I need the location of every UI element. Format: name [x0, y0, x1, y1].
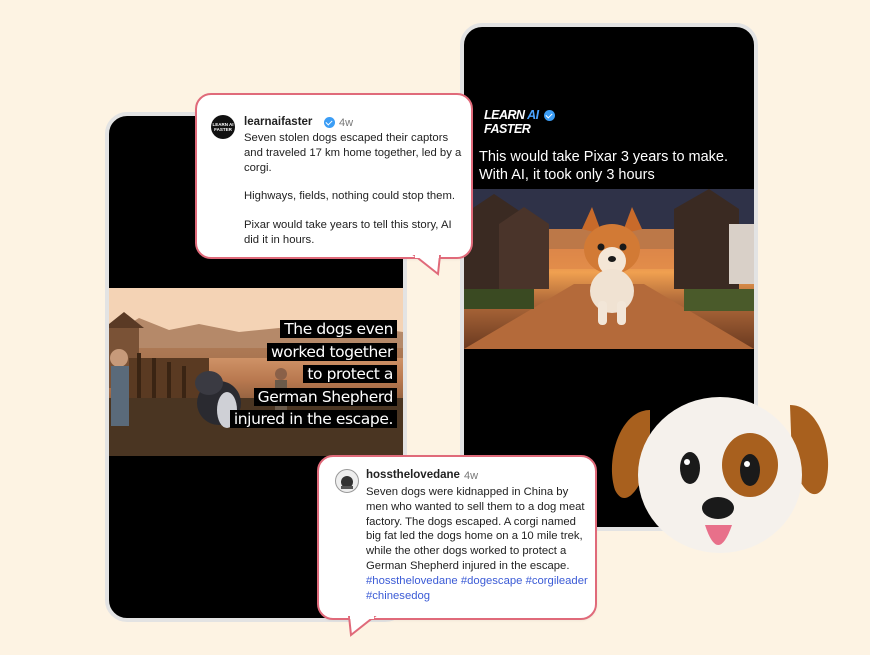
comment-text: Seven dogs were kidnapped in China by me…	[366, 486, 585, 572]
corgi-scene-image	[464, 189, 754, 349]
learn-ai-faster-logo: LEARN AI FASTER	[484, 108, 555, 136]
verified-badge-icon	[543, 110, 555, 122]
hashtag-link[interactable]: #chinesedog	[366, 590, 430, 602]
left-video-frame[interactable]: The dogs even worked together to protect…	[109, 288, 403, 456]
verified-badge-icon	[324, 117, 335, 128]
logo-word-ai: AI	[527, 108, 539, 122]
logo-word-learn: LEARN	[484, 108, 525, 122]
comment-bubble-hossthelovedane: hossthelovedane 4w Seven dogs were kidna…	[317, 455, 597, 620]
caption-line-2: worked together	[266, 342, 397, 361]
bubble-tail-bottom	[347, 616, 377, 637]
caption-line-1: The dogs even	[280, 320, 397, 338]
comment-username[interactable]: learnaifaster	[244, 116, 312, 128]
avatar[interactable]	[335, 469, 359, 493]
avatar-text: LEARN AI FASTER	[212, 122, 234, 132]
comment-paragraph-1: Seven stolen dogs escaped their captors …	[244, 132, 462, 174]
caption-line-4: German Shepherd	[253, 387, 397, 406]
comment-body: Seven dogs were kidnapped in China by me…	[366, 485, 588, 603]
comment-timestamp: 4w	[339, 117, 354, 129]
post-headline: This would take Pixar 3 years to make. W…	[479, 149, 729, 183]
video-caption-overlay: The dogs even worked together to protect…	[229, 318, 397, 431]
bubble-tail-top	[412, 255, 442, 276]
right-video-frame[interactable]	[464, 189, 754, 349]
caption-line-5: injured in the escape.	[229, 410, 397, 428]
hashtag-link[interactable]: #corgileader	[526, 575, 588, 587]
hashtag-link[interactable]: #dogescape	[461, 575, 523, 587]
logo-word-faster: FASTER	[484, 122, 531, 136]
comment-username[interactable]: hossthelovedane	[366, 469, 460, 481]
comment-paragraph-3: Pixar would take years to tell this stor…	[244, 219, 452, 246]
avatar-dog-icon	[341, 476, 353, 489]
comment-paragraph-2: Highways, fields, nothing could stop the…	[244, 190, 455, 203]
comment-bubble-learnaifaster: LEARN AI FASTER learnaifaster 4w Seven s…	[195, 93, 473, 259]
caption-line-3: to protect a	[303, 365, 397, 383]
comment-timestamp: 4w	[464, 470, 479, 482]
dog-emoji-icon	[611, 397, 829, 553]
comment-body: Seven stolen dogs escaped their captors …	[244, 131, 462, 248]
hashtag-link[interactable]: #hossthelovedane	[366, 575, 458, 587]
avatar[interactable]: LEARN AI FASTER	[211, 115, 235, 139]
